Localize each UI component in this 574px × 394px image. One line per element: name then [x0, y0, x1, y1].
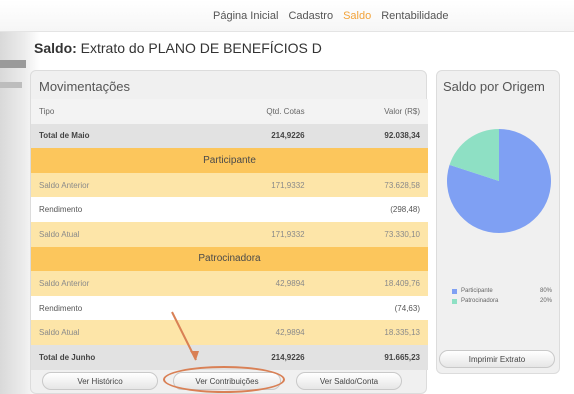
section-header-participante: Participante — [31, 148, 428, 173]
row-valor: 92.038,34 — [312, 123, 428, 149]
legend-label: Patrocinadora — [461, 298, 499, 304]
background-band — [0, 82, 22, 88]
legend-item: Patrocinadora 20% — [452, 296, 552, 306]
table-header-row: Tipo Qtd. Cotas Valor (R$) — [31, 99, 428, 124]
row-cotas: 171,9332 — [191, 221, 313, 247]
page-title: Saldo: Extrato do PLANO DE BENEFÍCIOS D — [34, 40, 322, 56]
legend-item: Participante 80% — [452, 286, 552, 296]
legend-percent: 80% — [539, 288, 552, 294]
nav-item-pagina-inicial[interactable]: Página Inicial — [213, 10, 278, 22]
top-navigation: Página Inicial Cadastro Saldo Rentabilid… — [0, 0, 574, 32]
row-valor: 73.628,58 — [312, 172, 428, 198]
table-row: Saldo Anterior 42,9894 18.409,76 — [31, 271, 428, 296]
row-label: Saldo Anterior — [31, 271, 192, 296]
row-valor: 18.335,13 — [312, 320, 428, 345]
row-valor: 73.330,10 — [312, 221, 428, 247]
row-cotas: 214,9226 — [191, 123, 313, 149]
table-row: Rendimento (298,48) — [31, 197, 428, 222]
background-band — [0, 60, 26, 68]
row-valor: 91.665,23 — [312, 344, 428, 370]
page-title-text: Extrato do PLANO DE BENEFÍCIOS D — [76, 40, 322, 56]
row-valor: (74,63) — [312, 295, 428, 321]
row-cotas — [191, 197, 313, 222]
table-row: Saldo Anterior 171,9332 73.628,58 — [31, 172, 428, 198]
nav-item-saldo[interactable]: Saldo — [343, 10, 371, 22]
row-label: Saldo Atual — [31, 221, 192, 247]
legend-swatch — [452, 288, 457, 294]
legend-percent: 20% — [539, 298, 552, 304]
section-header-patrocinadora: Patrocinadora — [31, 246, 428, 272]
highlight-annotation-oval — [163, 366, 285, 393]
saldo-origem-title: Saldo por Origem — [443, 79, 545, 94]
ver-historico-button[interactable]: Ver Histórico — [42, 372, 158, 390]
page-title-prefix: Saldo: — [34, 40, 77, 56]
section-label: Patrocinadora — [31, 246, 428, 272]
ver-saldo-conta-button[interactable]: Ver Saldo/Conta — [296, 372, 402, 390]
row-valor: (298,48) — [312, 197, 428, 222]
nav-item-cadastro[interactable]: Cadastro — [288, 10, 333, 22]
row-label: Saldo Anterior — [31, 172, 192, 198]
row-label: Rendimento — [31, 197, 192, 222]
nav-item-rentabilidade[interactable]: Rentabilidade — [381, 10, 448, 22]
header-tipo: Tipo — [31, 99, 192, 124]
legend-swatch — [452, 298, 457, 304]
table-row: Saldo Atual 171,9332 73.330,10 — [31, 221, 428, 247]
header-valor: Valor (R$) — [312, 99, 428, 124]
section-label: Participante — [31, 148, 428, 173]
movimentacoes-title: Movimentações — [39, 79, 131, 94]
header-cotas: Qtd. Cotas — [191, 99, 313, 124]
annotation-arrow-icon — [171, 311, 199, 361]
saldo-origem-pie-chart — [447, 129, 551, 233]
imprimir-extrato-button[interactable]: Imprimir Extrato — [439, 350, 555, 368]
row-cotas: 42,9894 — [191, 271, 313, 296]
pie-legend: Participante 80% Patrocinadora 20% — [452, 286, 552, 306]
legend-label: Participante — [461, 288, 493, 294]
row-cotas: 171,9332 — [191, 172, 313, 198]
table-row-total-maio: Total de Maio 214,9226 92.038,34 — [31, 123, 428, 149]
row-valor: 18.409,76 — [312, 271, 428, 296]
row-label: Total de Maio — [31, 123, 192, 149]
